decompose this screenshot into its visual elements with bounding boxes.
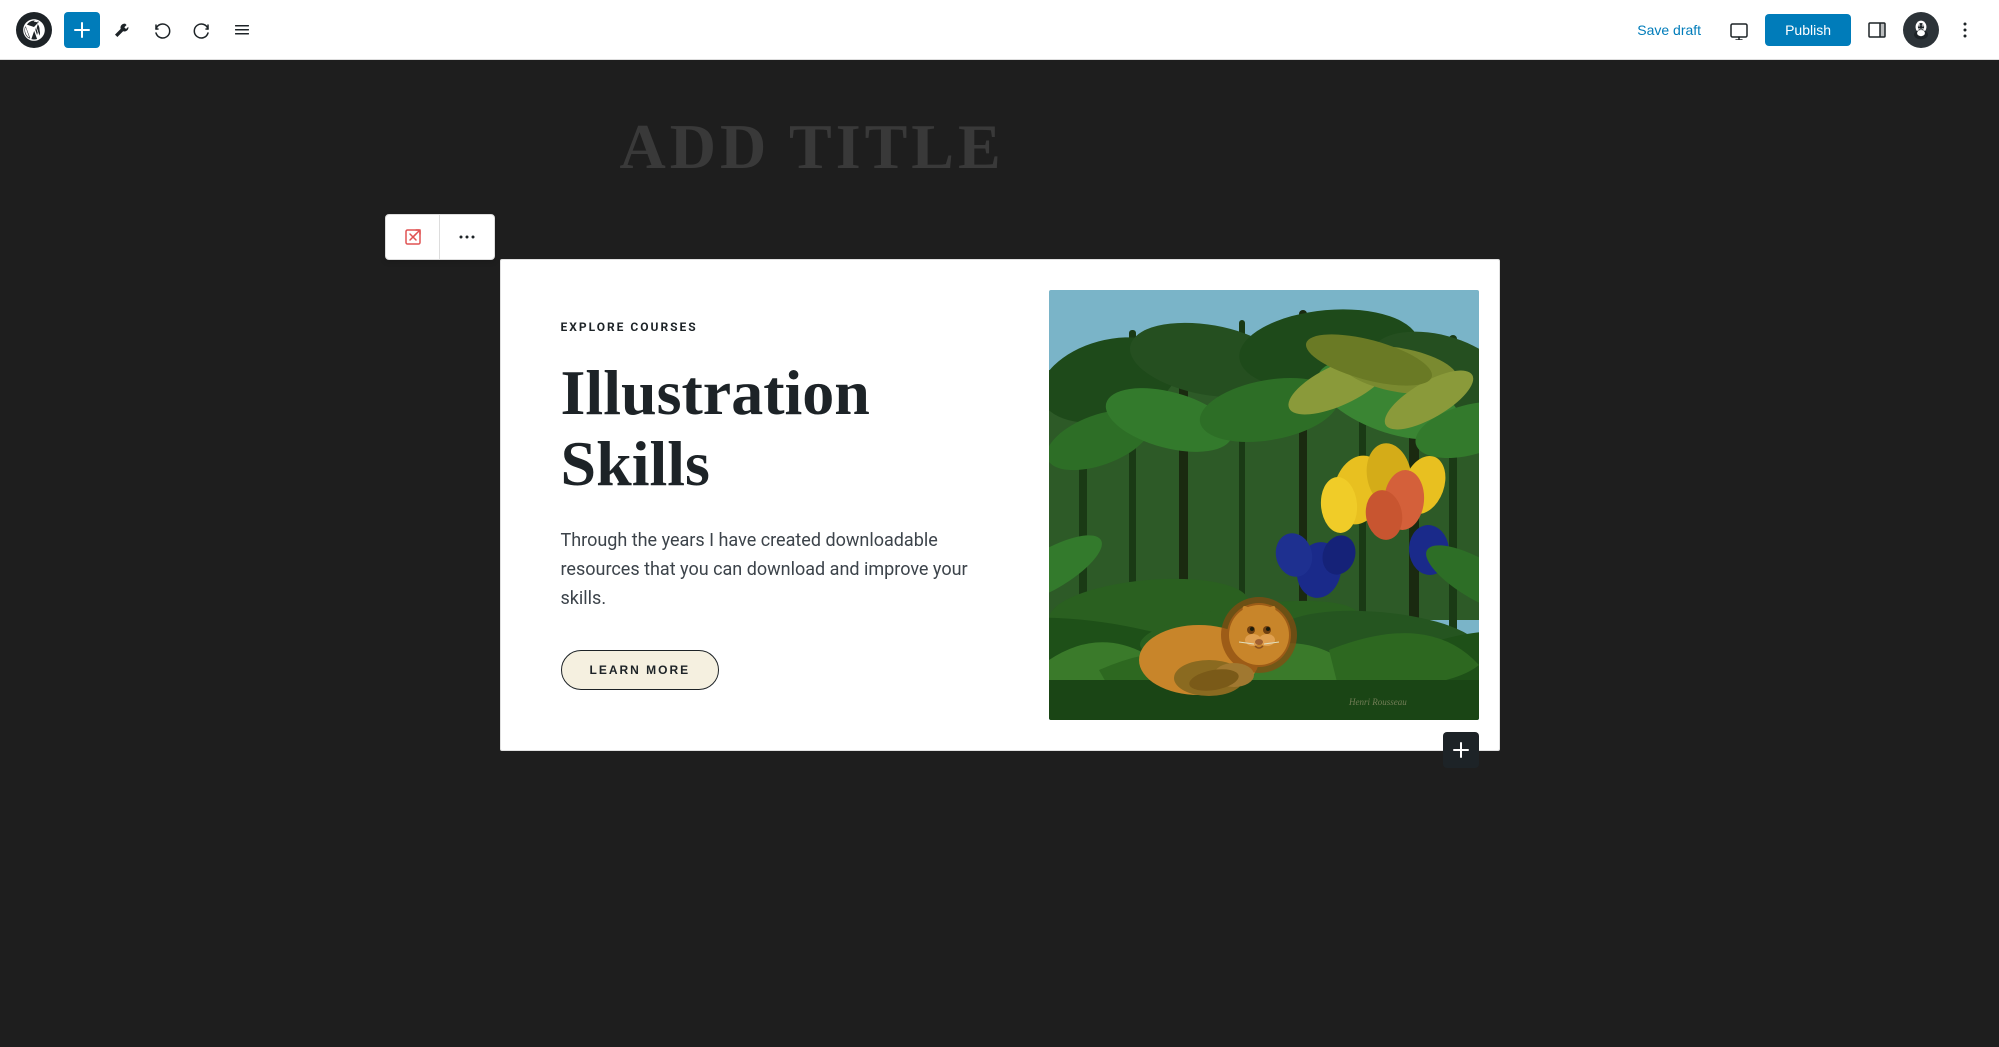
list-view-button[interactable] [224,12,260,48]
learn-more-button[interactable]: LEARN MORE [561,650,720,690]
toolbar-right: Save draft Publish [1625,12,1983,48]
hero-content-block: EXPLORE COURSES Illustration Skills Thro… [500,259,1500,751]
main-toolbar: Save draft Publish [0,0,1999,60]
course-image: Henri Rousseau [1049,290,1479,720]
user-avatar-button[interactable] [1903,12,1939,48]
more-tools-button[interactable] [1947,12,1983,48]
post-title-placeholder[interactable]: ADD TITLE [620,100,1380,194]
wordpress-logo[interactable] [16,12,52,48]
headline: Illustration Skills [561,358,1009,499]
add-block-button[interactable] [64,12,100,48]
block-inner: EXPLORE COURSES Illustration Skills Thro… [501,260,1499,750]
eyebrow-label: EXPLORE COURSES [561,320,1009,334]
block-right-image: Henri Rousseau [1059,260,1499,750]
post-title-area: ADD TITLE [620,100,1380,194]
toolbar-left [16,12,1621,48]
block-toolbar [385,214,495,260]
sidebar-toggle-button[interactable] [1859,12,1895,48]
undo-button[interactable] [144,12,180,48]
headline-line1: Illustration [561,357,870,428]
publish-button[interactable]: Publish [1765,14,1851,46]
redo-button[interactable] [184,12,220,48]
preview-button[interactable] [1721,12,1757,48]
select-parent-block-button[interactable] [386,215,440,259]
block-left-content: EXPLORE COURSES Illustration Skills Thro… [501,260,1059,750]
tools-button[interactable] [104,12,140,48]
add-block-bottom-button[interactable] [1443,732,1479,768]
headline-line2: Skills [561,428,710,499]
editor-canvas: ADD TITLE EXPLORE COURSES [0,60,1999,1047]
block-more-options-button[interactable] [440,215,494,259]
svg-text:Henri Rousseau: Henri Rousseau [1348,697,1407,707]
description-text: Through the years I have created downloa… [561,527,981,613]
save-draft-button[interactable]: Save draft [1625,16,1713,44]
